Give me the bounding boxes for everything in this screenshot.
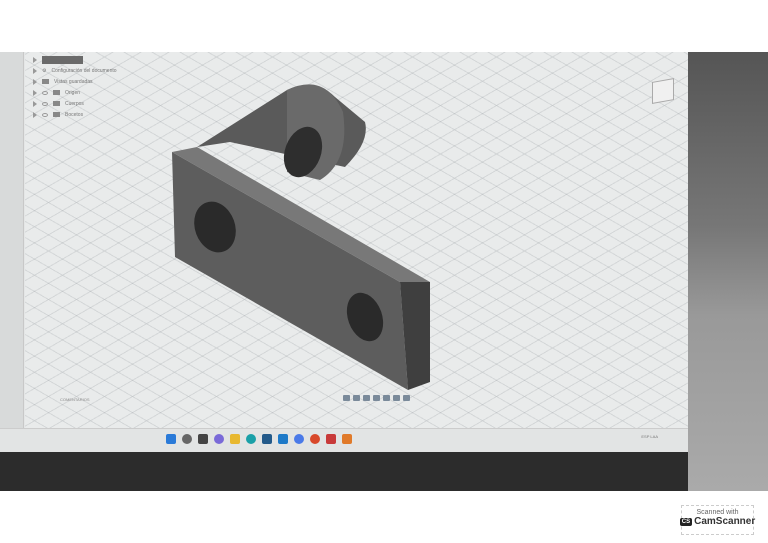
windows-start-icon[interactable] (166, 434, 176, 444)
bracket-front-face (172, 152, 408, 390)
windows-taskbar: ESP LAA (0, 428, 688, 452)
zoom-icon[interactable] (363, 395, 370, 401)
camscanner-watermark: Scanned with CS CamScanner (679, 505, 755, 535)
system-tray: ESP LAA (641, 434, 658, 439)
store-icon[interactable] (262, 434, 272, 444)
orbit-icon[interactable] (343, 395, 350, 401)
file-explorer-icon[interactable] (230, 434, 240, 444)
language-indicator[interactable]: ESP LAA (641, 434, 658, 439)
chat-icon[interactable] (214, 434, 224, 444)
app-blue-icon[interactable] (294, 434, 304, 444)
search-icon[interactable] (182, 434, 192, 444)
left-panel (0, 52, 24, 432)
app-l-icon[interactable] (278, 434, 288, 444)
pan-icon[interactable] (353, 395, 360, 401)
grid-settings-icon[interactable] (393, 395, 400, 401)
3d-viewport[interactable]: ⚙ Configuración del documento Vistas guar… (25, 52, 688, 432)
fit-icon[interactable] (373, 395, 380, 401)
fusion-window: ⚙ Configuración del documento Vistas guar… (0, 52, 688, 456)
task-view-icon[interactable] (198, 434, 208, 444)
comments-panel[interactable]: COMENTARIOS (60, 397, 89, 402)
navigation-bar (343, 395, 410, 401)
screen-photo: ⚙ Configuración del documento Vistas guar… (0, 52, 768, 491)
app-red-icon[interactable] (326, 434, 336, 444)
camscanner-logo: CS (679, 517, 693, 526)
fusion-icon[interactable] (342, 434, 352, 444)
edge-icon[interactable] (246, 434, 256, 444)
bracket-model (172, 84, 430, 390)
background-room (688, 52, 768, 491)
chrome-icon[interactable] (310, 434, 320, 444)
display-settings-icon[interactable] (383, 395, 390, 401)
viewports-icon[interactable] (403, 395, 410, 401)
monitor-bezel (0, 452, 688, 491)
